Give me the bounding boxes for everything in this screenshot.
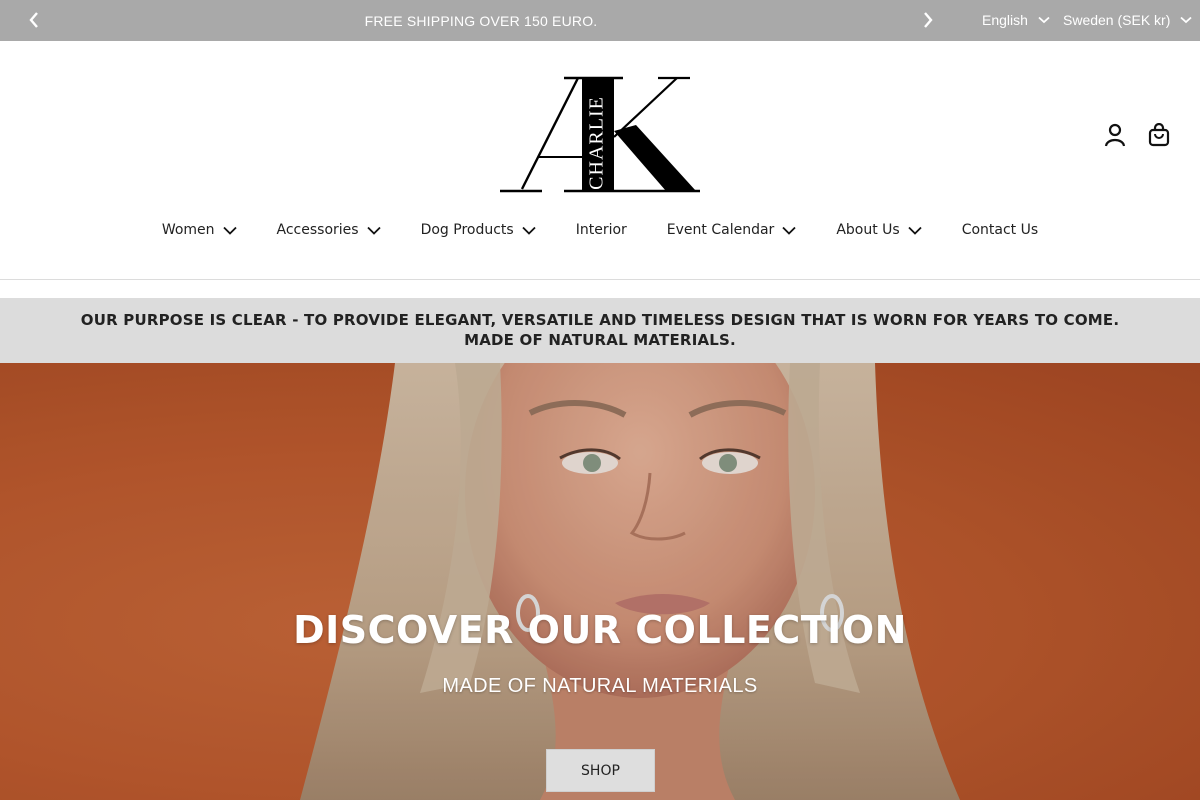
nav-item-label: Accessories	[276, 222, 359, 238]
nav-item-label: Event Calendar	[666, 222, 775, 238]
language-selector[interactable]: English	[982, 12, 1050, 28]
user-icon	[1104, 123, 1126, 147]
chevron-right-icon	[924, 12, 933, 28]
chevron-down-icon	[222, 226, 237, 235]
brand-logo-text: CHARLIE	[585, 96, 608, 190]
nav-item-label: About Us	[836, 222, 900, 238]
account-button[interactable]	[1102, 121, 1128, 149]
nav-item-contact-us[interactable]: Contact Us	[962, 222, 1038, 238]
country-selector[interactable]: Sweden (SEK kr)	[1063, 12, 1192, 28]
chevron-down-icon	[1180, 16, 1192, 24]
chevron-down-icon	[1038, 16, 1050, 24]
hero-portrait-image	[0, 363, 1200, 800]
hero-banner[interactable]: DISCOVER OUR COLLECTION MADE OF NATURAL …	[0, 363, 1200, 800]
chevron-down-icon	[908, 226, 922, 235]
nav-item-event-calendar[interactable]: Event Calendar	[667, 222, 797, 238]
nav-item-women[interactable]: Women	[162, 222, 237, 238]
nav-item-dog-products[interactable]: Dog Products	[421, 222, 536, 238]
nav-item-label: Women	[161, 222, 215, 238]
nav-item-label: Interior	[575, 222, 627, 238]
site-header: CHARLIE Women Accessories Dog Products I…	[0, 41, 1200, 280]
purpose-text-line-1: OUR PURPOSE IS CLEAR - TO PROVIDE ELEGAN…	[80, 311, 1120, 329]
purpose-banner: OUR PURPOSE IS CLEAR - TO PROVIDE ELEGAN…	[0, 298, 1200, 363]
hero-title: DISCOVER OUR COLLECTION	[293, 608, 907, 652]
shop-button[interactable]: SHOP	[546, 749, 655, 792]
cart-button[interactable]	[1146, 121, 1172, 149]
chevron-down-icon	[366, 226, 381, 235]
announcement-bar: FREE SHIPPING OVER 150 EURO. English Swe…	[0, 0, 1200, 41]
chevron-left-icon	[29, 12, 38, 28]
chevron-down-icon	[522, 226, 536, 235]
announcement-next-button[interactable]	[918, 10, 938, 30]
nav-item-about-us[interactable]: About Us	[836, 222, 922, 238]
main-navigation: Women Accessories Dog Products Interior …	[0, 222, 1200, 238]
shopping-bag-icon	[1148, 123, 1170, 147]
chevron-down-icon	[782, 226, 796, 235]
nav-item-label: Contact Us	[961, 222, 1039, 238]
country-label: Sweden (SEK kr)	[1063, 12, 1171, 28]
announcement-text: FREE SHIPPING OVER 150 EURO.	[364, 13, 598, 29]
nav-item-interior[interactable]: Interior	[576, 222, 627, 238]
purpose-text-line-2: MADE OF NATURAL MATERIALS.	[464, 331, 736, 349]
language-label: English	[982, 12, 1028, 28]
nav-item-label: Dog Products	[420, 222, 514, 238]
nav-item-accessories[interactable]: Accessories	[277, 222, 381, 238]
hero-subtitle: MADE OF NATURAL MATERIALS	[442, 675, 758, 697]
announcement-prev-button[interactable]	[24, 10, 44, 30]
